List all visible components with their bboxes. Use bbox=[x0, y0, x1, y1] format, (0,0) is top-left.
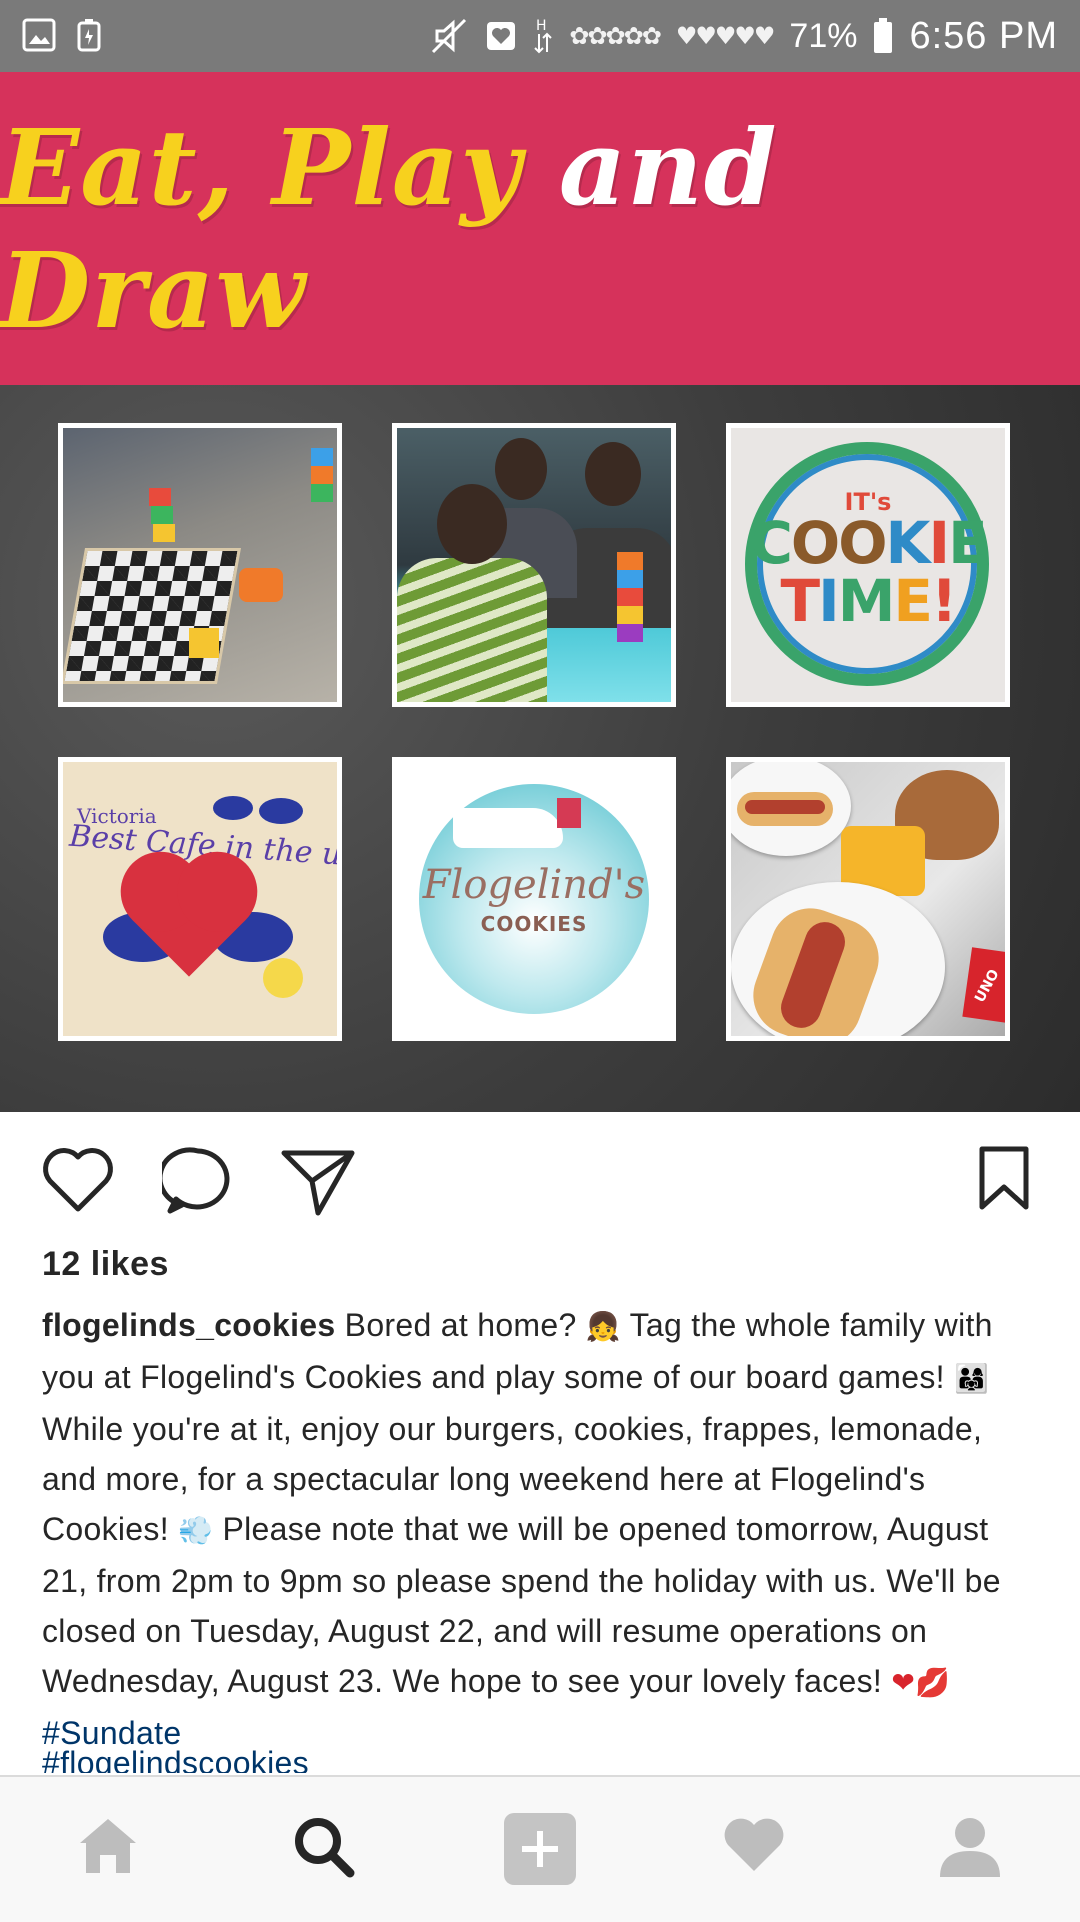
cookie-sign-time: TIME! bbox=[780, 567, 958, 635]
mute-icon bbox=[432, 18, 467, 54]
home-icon[interactable] bbox=[76, 1815, 140, 1875]
battery-icon bbox=[874, 18, 893, 53]
dash-emoji: 💨 bbox=[178, 1514, 214, 1547]
heart-lips-emoji: ❤💋 bbox=[891, 1666, 951, 1699]
person-graphic bbox=[397, 558, 547, 702]
block-graphic bbox=[311, 466, 333, 484]
jenga-block-graphic bbox=[617, 552, 643, 570]
sun-drawing-graphic bbox=[263, 958, 303, 998]
block-graphic bbox=[311, 484, 333, 502]
photo-hotdogs: UNO bbox=[726, 757, 1010, 1041]
notification-heart-icon bbox=[487, 22, 516, 50]
jenga-block-graphic bbox=[617, 588, 643, 606]
flogelinds-logo-tile: Flogelind's COOKIES bbox=[392, 757, 676, 1041]
like-heart-icon[interactable] bbox=[40, 1145, 116, 1215]
svg-text:H: H bbox=[536, 18, 547, 34]
post-caption: flogelinds_cookies Bored at home? 👧 Tag … bbox=[42, 1300, 1042, 1758]
logo-cookie-graphic bbox=[557, 798, 581, 828]
person-head-graphic bbox=[585, 442, 641, 506]
post-action-bar bbox=[0, 1145, 1080, 1217]
scribble-graphic bbox=[259, 798, 303, 824]
block-graphic bbox=[151, 506, 173, 524]
bookmark-icon[interactable] bbox=[976, 1145, 1032, 1211]
jenga-block-graphic bbox=[617, 606, 643, 624]
caption-text: Bored at home? bbox=[335, 1307, 586, 1343]
comment-icon[interactable] bbox=[162, 1145, 234, 1217]
data-signal-icon: H bbox=[534, 18, 552, 54]
profile-icon[interactable] bbox=[938, 1815, 1002, 1879]
logo-name-text: Flogelind's bbox=[422, 862, 646, 908]
block-graphic bbox=[153, 524, 175, 542]
uno-label: UNO bbox=[972, 966, 1003, 1006]
jenga-block-graphic bbox=[617, 570, 643, 588]
cookie-time-sign: IT's COOKIE TIME! bbox=[731, 490, 1005, 630]
add-icon[interactable] bbox=[504, 1813, 576, 1885]
gallery-notification-icon bbox=[22, 18, 56, 52]
signal-strength-icon: ✿✿✿✿✿ bbox=[569, 22, 662, 50]
bottom-navigation bbox=[0, 1775, 1080, 1922]
battery-percent: 71% bbox=[789, 16, 858, 55]
block-graphic bbox=[149, 488, 171, 506]
photo-kids-jenga bbox=[392, 423, 676, 707]
rubiks-cube-graphic bbox=[189, 628, 219, 658]
battery-saver-icon bbox=[77, 19, 101, 52]
person-head-graphic bbox=[437, 484, 507, 564]
hashtag-flogelindscookies[interactable]: #flogelindscookies bbox=[42, 1745, 309, 1773]
family-emoji: 👨‍👩‍👧 bbox=[954, 1362, 990, 1395]
caption-username[interactable]: flogelinds_cookies bbox=[42, 1307, 335, 1343]
clock: 6:56 PM bbox=[909, 14, 1058, 57]
hotdog-graphic bbox=[745, 800, 825, 814]
jenga-block-graphic bbox=[617, 624, 643, 642]
banner-title-eat-play: Eat, Play bbox=[0, 105, 522, 229]
search-icon[interactable] bbox=[292, 1815, 356, 1879]
block-graphic bbox=[311, 448, 333, 466]
chessboard-graphic bbox=[63, 548, 241, 684]
heart-activity-icon[interactable] bbox=[722, 1815, 786, 1875]
uno-card-box-graphic: UNO bbox=[962, 947, 1005, 1023]
scribble-graphic bbox=[213, 796, 253, 820]
photo-board-games bbox=[58, 423, 342, 707]
chalkboard-background: IT's COOKIE TIME! Victoria Best Cafe in … bbox=[0, 385, 1080, 1112]
banner-title-and: and bbox=[558, 105, 778, 229]
post-banner: Eat, Play and Draw bbox=[0, 72, 1080, 385]
status-bar: H ✿✿✿✿✿ ♥♥♥♥♥ 71% 6:56 PM bbox=[0, 0, 1080, 72]
likes-count[interactable]: 12 likes bbox=[42, 1245, 169, 1284]
cookie-sign-word: COOKIE bbox=[750, 509, 987, 577]
share-direct-icon[interactable] bbox=[280, 1145, 356, 1217]
girl-emoji: 👧 bbox=[585, 1310, 621, 1343]
logo-hand-graphic bbox=[453, 808, 563, 848]
banner-title: Eat, Play and Draw bbox=[0, 106, 1080, 352]
person-head-graphic bbox=[495, 438, 547, 500]
wifi-signal-icon: ♥♥♥♥♥ bbox=[675, 22, 776, 50]
photo-kids-drawing: Victoria Best Cafe in the universe bbox=[58, 757, 342, 1041]
post-image[interactable]: Eat, Play and Draw IT's COOKIE TIME! Vic… bbox=[0, 72, 1080, 1112]
toy-graphic bbox=[239, 568, 283, 602]
photo-cookie-time: IT's COOKIE TIME! bbox=[726, 423, 1010, 707]
logo-subtitle-text: COOKIES bbox=[480, 912, 588, 936]
banner-title-draw: Draw bbox=[0, 228, 306, 352]
